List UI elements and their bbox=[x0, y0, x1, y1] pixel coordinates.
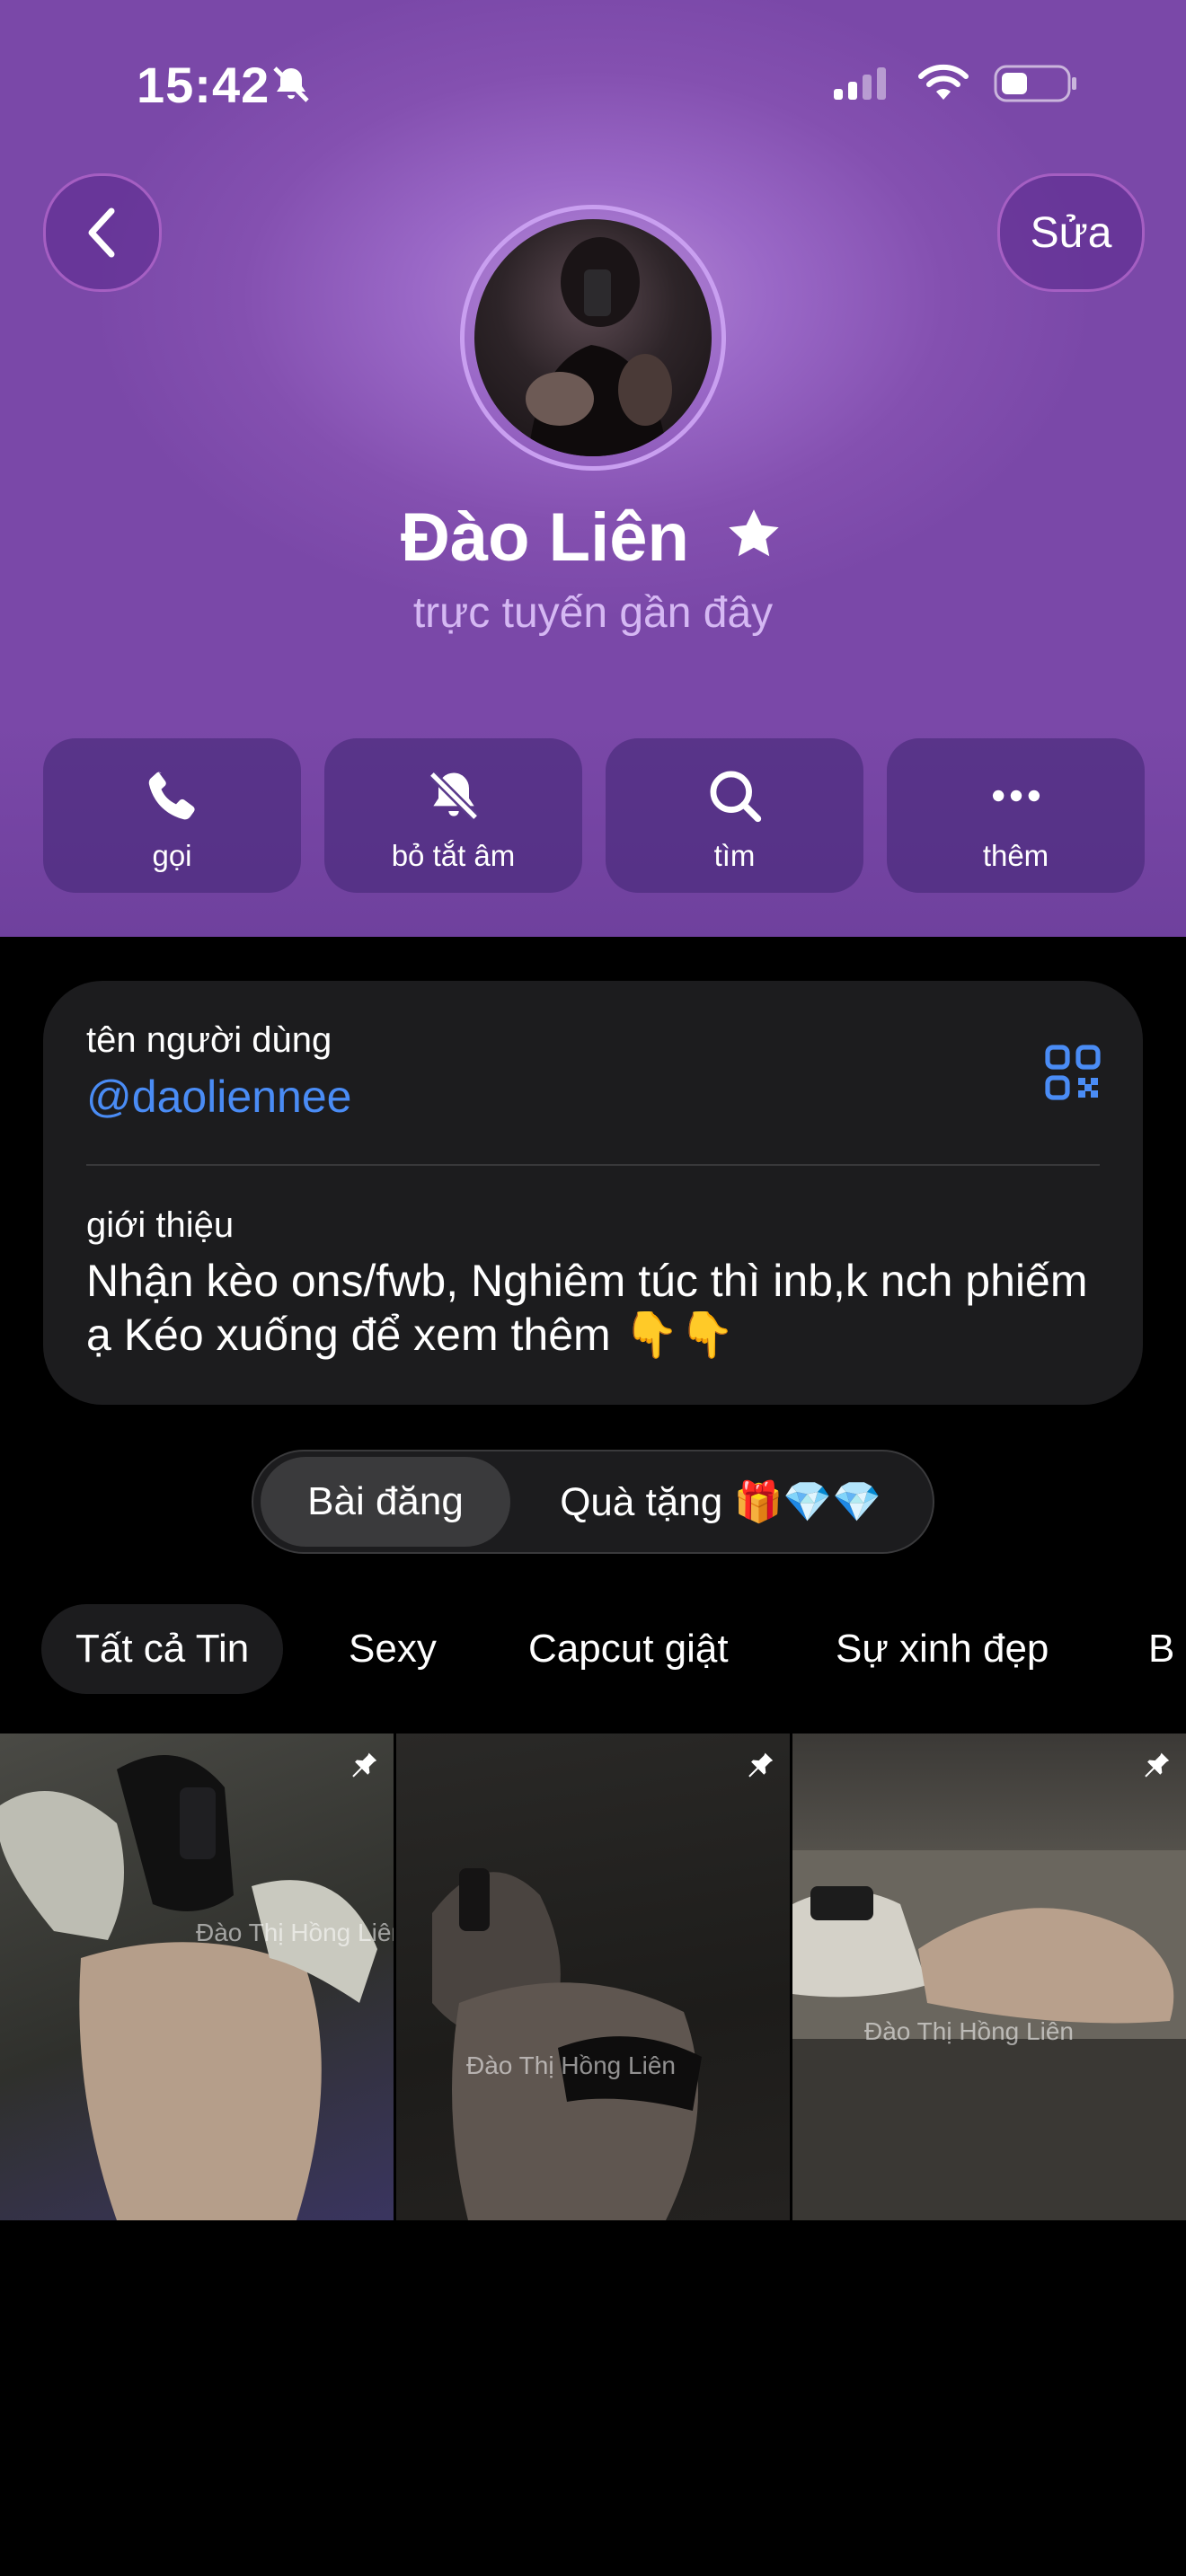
premium-star-icon[interactable] bbox=[722, 503, 785, 582]
back-button[interactable] bbox=[43, 173, 162, 292]
action-bar: gọi bỏ tắt âm tìm thêm bbox=[43, 738, 1145, 893]
phone-icon bbox=[148, 772, 195, 820]
search-icon bbox=[710, 771, 761, 823]
pin-icon bbox=[1141, 1748, 1172, 1783]
media-tile[interactable]: Đào Thị Hồng Liên bbox=[792, 1734, 1186, 2220]
media-tile[interactable]: Đào Thị Hồng Liên bbox=[0, 1734, 394, 2220]
pin-icon bbox=[745, 1748, 775, 1783]
category-capcut[interactable]: Capcut giật bbox=[528, 1604, 729, 1694]
profile-name-row: Đào Liên bbox=[0, 498, 1186, 582]
status-icons bbox=[832, 63, 1078, 109]
category-all-stories[interactable]: Tất cả Tin bbox=[41, 1604, 284, 1694]
edit-button[interactable]: Sửa bbox=[997, 173, 1145, 292]
media-tile[interactable]: Đào Thị Hồng Liên bbox=[396, 1734, 790, 2220]
search-label: tìm bbox=[713, 839, 756, 872]
username-label: tên người dùng bbox=[86, 1020, 332, 1060]
category-sexy[interactable]: Sexy bbox=[349, 1604, 437, 1694]
call-label: gọi bbox=[152, 839, 192, 872]
search-button[interactable]: tìm bbox=[606, 738, 863, 893]
more-icon bbox=[992, 790, 1040, 802]
chevron-left-icon bbox=[88, 207, 115, 258]
media-grid: Đào Thị Hồng Liên Đào Thị Hồng Liên Đào … bbox=[0, 1734, 1186, 2220]
category-more[interactable]: B bbox=[1148, 1604, 1174, 1694]
status-time: 15:42 bbox=[137, 57, 270, 113]
content-segmented-control: Bài đăng Quà tặng 🎁💎💎 bbox=[252, 1450, 934, 1554]
tab-posts[interactable]: Bài đăng bbox=[261, 1457, 510, 1547]
silent-bell-icon bbox=[270, 63, 313, 110]
battery-icon bbox=[994, 63, 1078, 109]
profile-name: Đào Liên bbox=[400, 499, 689, 576]
call-button[interactable]: gọi bbox=[43, 738, 301, 893]
info-card: tên người dùng @daoliennee giới thiệu Nh… bbox=[43, 981, 1143, 1405]
category-beauty[interactable]: Sự xinh đẹp bbox=[836, 1604, 1049, 1694]
online-status: trực tuyến gần đây bbox=[412, 589, 774, 637]
wifi-icon bbox=[916, 64, 970, 108]
tab-gifts[interactable]: Quà tặng 🎁💎💎 bbox=[523, 1457, 918, 1547]
media-thumbnail bbox=[432, 1868, 702, 2220]
username-link[interactable]: @daoliennee bbox=[86, 1071, 351, 1123]
media-thumbnail bbox=[792, 1850, 1186, 2220]
watermark: Đào Thị Hồng Liên bbox=[466, 2051, 676, 2079]
cellular-signal-icon bbox=[832, 64, 893, 108]
bio-text: Nhận kèo ons/fwb, Nghiêm túc thì inb,k n… bbox=[86, 1256, 1088, 1360]
unmute-button[interactable]: bỏ tắt âm bbox=[324, 738, 582, 893]
bio-label: giới thiệu bbox=[86, 1205, 235, 1245]
unmute-label: bỏ tắt âm bbox=[391, 839, 516, 872]
pin-icon bbox=[349, 1748, 379, 1783]
watermark: Đào Thị Hồng Liên bbox=[864, 2017, 1074, 2045]
watermark: Đào Thị Hồng Liên bbox=[196, 1919, 394, 1946]
more-button[interactable]: thêm bbox=[887, 738, 1145, 893]
bell-muted-icon bbox=[428, 771, 479, 821]
qr-code-icon[interactable] bbox=[1044, 1044, 1102, 1106]
info-divider bbox=[86, 1164, 1100, 1166]
avatar-photo bbox=[526, 237, 672, 456]
more-label: thêm bbox=[982, 839, 1049, 872]
avatar[interactable] bbox=[474, 219, 712, 456]
media-thumbnail bbox=[0, 1755, 377, 2220]
